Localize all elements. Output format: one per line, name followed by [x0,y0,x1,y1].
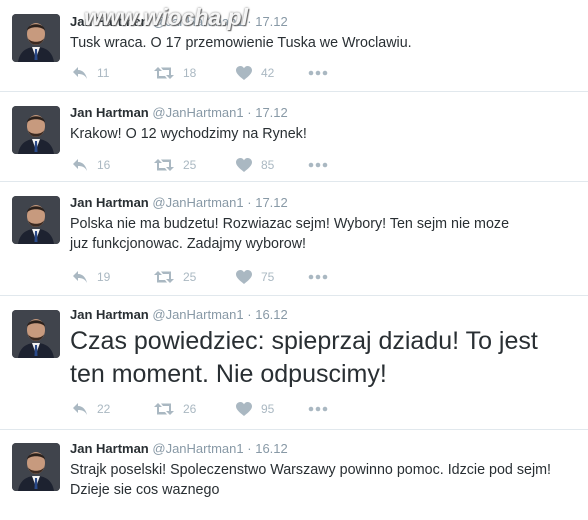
author-name[interactable]: Jan Hartman [70,441,149,456]
reply-count: 19 [97,270,111,284]
tweet-actions: 11 18 42 [72,64,338,82]
more-button[interactable] [308,274,338,280]
reply-icon [73,159,87,171]
reply-button[interactable]: 22 [72,402,154,416]
retweet-button[interactable]: 25 [154,158,236,172]
tweet-text: Strajk poselski! Spoleczenstwo Warszawy … [70,462,552,498]
reply-button[interactable]: 19 [72,270,154,284]
retweet-count: 26 [183,402,197,416]
tweet-timeline: Jan Hartman @JanHartman1 · 17.12 Tusk wr… [0,0,588,520]
tweet-text: Polska nie ma budzetu! Rozwiazac sejm! W… [70,216,510,252]
tweet-date[interactable]: 17.12 [255,195,288,210]
avatar[interactable] [12,106,60,154]
tweet[interactable]: Jan Hartman @JanHartman1 · 16.12 Czas po… [0,296,588,430]
reply-count: 16 [97,158,111,172]
tweet-date[interactable]: 16.12 [255,441,288,456]
tweet-text: Czas powiedziec: spieprzaj dziadu! To je… [70,327,538,388]
like-count: 95 [261,402,275,416]
author-name[interactable]: Jan Hartman [70,105,149,120]
more-button[interactable] [308,406,338,412]
tweet-date[interactable]: 17.12 [255,14,288,29]
like-button[interactable]: 75 [236,270,308,284]
avatar[interactable] [12,196,60,244]
heart-icon [236,402,252,416]
retweet-count: 25 [183,158,197,172]
more-dots-icon [308,406,328,412]
avatar[interactable] [12,14,60,62]
tweet-actions: 16 25 85 [72,156,338,174]
more-button[interactable] [308,162,338,168]
reply-count: 22 [97,402,111,416]
like-count: 42 [261,66,275,80]
reply-icon [73,403,87,415]
reply-button[interactable]: 11 [72,66,154,80]
tweet[interactable]: Jan Hartman @JanHartman1 · 17.12 Krakow!… [0,92,588,182]
tweet[interactable]: Jan Hartman @JanHartman1 · 17.12 Polska … [0,182,588,296]
reply-icon [73,67,87,79]
like-count: 75 [261,270,275,284]
tweet-date[interactable]: 16.12 [255,307,288,322]
separator-dot: · [247,105,252,120]
heart-icon [236,66,252,80]
tweet-actions: 22 26 95 [72,400,338,418]
reply-button[interactable]: 16 [72,158,154,172]
avatar[interactable] [12,443,60,491]
watermark-logo: www.wiocha.pl [84,4,248,30]
like-button[interactable]: 85 [236,158,308,172]
tweet-header: Jan Hartman @JanHartman1 · 17.12 [70,104,578,121]
avatar[interactable] [12,310,60,358]
separator-dot: · [247,441,252,456]
author-handle[interactable]: @JanHartman1 [152,307,243,322]
more-button[interactable] [308,70,338,76]
author-handle[interactable]: @JanHartman1 [152,105,243,120]
retweet-icon [154,67,174,79]
reply-count: 11 [97,66,110,80]
heart-icon [236,158,252,172]
more-dots-icon [308,274,328,280]
like-button[interactable]: 95 [236,402,308,416]
tweet[interactable]: Jan Hartman @JanHartman1 · 16.12 Strajk … [0,430,588,520]
tweet-header: Jan Hartman @JanHartman1 · 17.12 [70,194,578,211]
retweet-button[interactable]: 26 [154,402,236,416]
like-count: 85 [261,158,275,172]
more-dots-icon [308,162,328,168]
tweet-text: Tusk wraca. O 17 przemowienie Tuska we W… [70,35,412,51]
more-dots-icon [308,70,328,76]
reply-icon [73,271,87,283]
separator-dot: · [247,307,252,322]
tweet-text: Krakow! O 12 wychodzimy na Rynek! [70,126,307,142]
retweet-icon [154,271,174,283]
retweet-icon [154,159,174,171]
heart-icon [236,270,252,284]
retweet-icon [154,403,174,415]
author-name[interactable]: Jan Hartman [70,195,149,210]
author-handle[interactable]: @JanHartman1 [152,195,243,210]
author-handle[interactable]: @JanHartman1 [152,441,243,456]
like-button[interactable]: 42 [236,66,308,80]
tweet-header: Jan Hartman @JanHartman1 · 16.12 [70,306,578,323]
tweet-date[interactable]: 17.12 [255,105,288,120]
retweet-button[interactable]: 18 [154,66,236,80]
author-name[interactable]: Jan Hartman [70,307,149,322]
retweet-count: 18 [183,66,197,80]
tweet-actions: 19 25 75 [72,268,338,286]
separator-dot: · [247,195,252,210]
tweet-header: Jan Hartman @JanHartman1 · 16.12 [70,440,578,457]
retweet-button[interactable]: 25 [154,270,236,284]
retweet-count: 25 [183,270,197,284]
